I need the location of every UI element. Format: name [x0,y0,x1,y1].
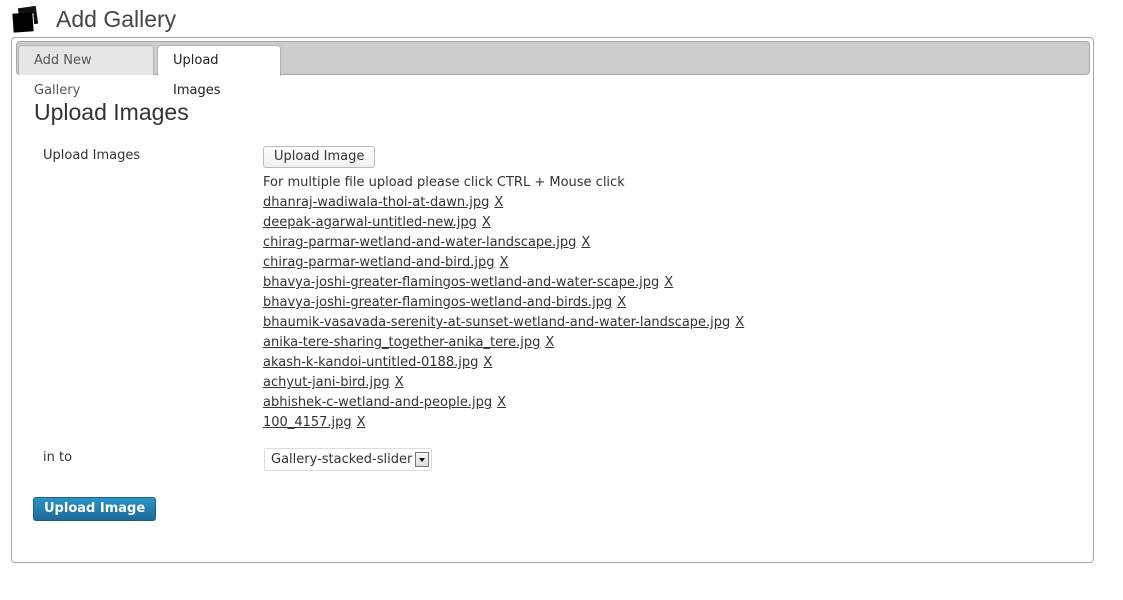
gallery-panel: Add New Gallery Upload Images Upload Ima… [11,37,1094,563]
upload-images-label: Upload Images [43,148,141,163]
gallery-icon [12,5,42,33]
submit-upload-button[interactable]: Upload Image [33,497,157,521]
remove-file-link[interactable]: X [664,275,673,290]
file-item: dhanraj-wadiwala-thol-at-dawn.jpg X [263,193,744,213]
remove-file-link[interactable]: X [500,255,509,270]
file-item: akash-k-kandoi-untitled-0188.jpg X [263,353,744,373]
into-label: in to [43,450,73,465]
file-item: anika-tere-sharing_together-anika_tere.j… [263,333,744,353]
file-link[interactable]: bhavya-joshi-greater-flamingos-wetland-a… [263,295,612,310]
file-link[interactable]: bhaumik-vasavada-serenity-at-sunset-wetl… [263,315,730,330]
remove-file-link[interactable]: X [735,315,744,330]
remove-file-link[interactable]: X [483,355,492,370]
file-item: bhavya-joshi-greater-flamingos-wetland-a… [263,273,744,293]
file-item: bhavya-joshi-greater-flamingos-wetland-a… [263,293,744,313]
remove-file-link[interactable]: X [494,195,503,210]
file-link[interactable]: bhavya-joshi-greater-flamingos-wetland-a… [263,275,659,290]
gallery-select[interactable]: Gallery-stacked-slider [264,448,433,471]
remove-file-link[interactable]: X [581,235,590,250]
file-link[interactable]: akash-k-kandoi-untitled-0188.jpg [263,355,478,370]
file-item: deepak-agarwal-untitled-new.jpg X [263,213,744,233]
multi-upload-hint: For multiple file upload please click CT… [263,175,625,190]
remove-file-link[interactable]: X [395,375,404,390]
file-list: dhanraj-wadiwala-thol-at-dawn.jpg Xdeepak… [263,193,744,433]
remove-file-link[interactable]: X [357,415,366,430]
remove-file-link[interactable]: X [545,335,554,350]
file-link[interactable]: chirag-parmar-wetland-and-water-landscap… [263,235,576,250]
file-item: achyut-jani-bird.jpg X [263,373,744,393]
file-item: chirag-parmar-wetland-and-water-landscap… [263,233,744,253]
file-item: bhaumik-vasavada-serenity-at-sunset-wetl… [263,313,744,333]
tab-bar: Add New Gallery Upload Images [16,41,1090,98]
upload-image-button[interactable]: Upload Image [263,146,376,168]
file-link[interactable]: chirag-parmar-wetland-and-bird.jpg [263,255,495,270]
file-link[interactable]: anika-tere-sharing_together-anika_tere.j… [263,335,540,350]
file-link[interactable]: dhanraj-wadiwala-thol-at-dawn.jpg [263,195,489,210]
file-item: chirag-parmar-wetland-and-bird.jpg X [263,253,744,273]
file-item: 100_4157.jpg X [263,413,744,433]
remove-file-link[interactable]: X [497,395,506,410]
page-header: Add Gallery [12,4,176,34]
chevron-down-icon[interactable] [415,452,430,467]
tab-add-new-gallery[interactable]: Add New Gallery [18,45,154,98]
upload-field: Upload Image For multiple file upload pl… [263,145,744,433]
file-link[interactable]: deepak-agarwal-untitled-new.jpg [263,215,477,230]
file-link[interactable]: 100_4157.jpg [263,415,352,430]
gallery-select-value: Gallery-stacked-slider [271,452,413,467]
file-item: abhishek-c-wetland-and-people.jpg X [263,393,744,413]
section-title: Upload Images [34,99,189,125]
file-link[interactable]: achyut-jani-bird.jpg [263,375,390,390]
remove-file-link[interactable]: X [482,215,491,230]
file-link[interactable]: abhishek-c-wetland-and-people.jpg [263,395,492,410]
page-title: Add Gallery [56,5,177,32]
remove-file-link[interactable]: X [617,295,626,310]
tab-upload-images[interactable]: Upload Images [157,45,281,98]
